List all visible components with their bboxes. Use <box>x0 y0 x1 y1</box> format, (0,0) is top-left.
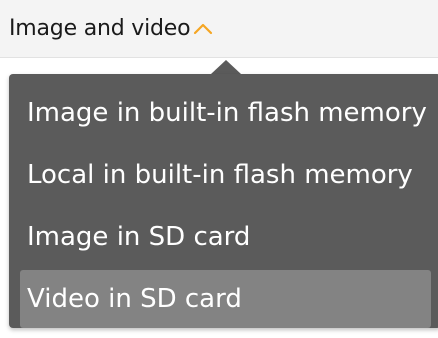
menu-item-label: Image in SD card <box>27 222 251 252</box>
menu-item-image-sd[interactable]: Image in SD card <box>20 208 431 266</box>
popup-pointer <box>211 60 241 74</box>
menu-item-local-flash[interactable]: Local in built-in flash memory <box>20 146 431 204</box>
menu-item-video-sd[interactable]: Video in SD card <box>20 270 431 328</box>
menu-item-label: Image in built-in flash memory <box>27 98 427 128</box>
dropdown-menu: Image in built-in flash memory Local in … <box>9 74 438 328</box>
media-type-dropdown[interactable]: Image and video <box>0 0 438 58</box>
menu-item-label: Video in SD card <box>27 284 242 314</box>
menu-item-image-flash[interactable]: Image in built-in flash memory <box>20 84 431 142</box>
menu-item-label: Local in built-in flash memory <box>27 160 413 190</box>
chevron-up-icon <box>194 23 213 34</box>
dropdown-title: Image and video <box>9 16 191 41</box>
